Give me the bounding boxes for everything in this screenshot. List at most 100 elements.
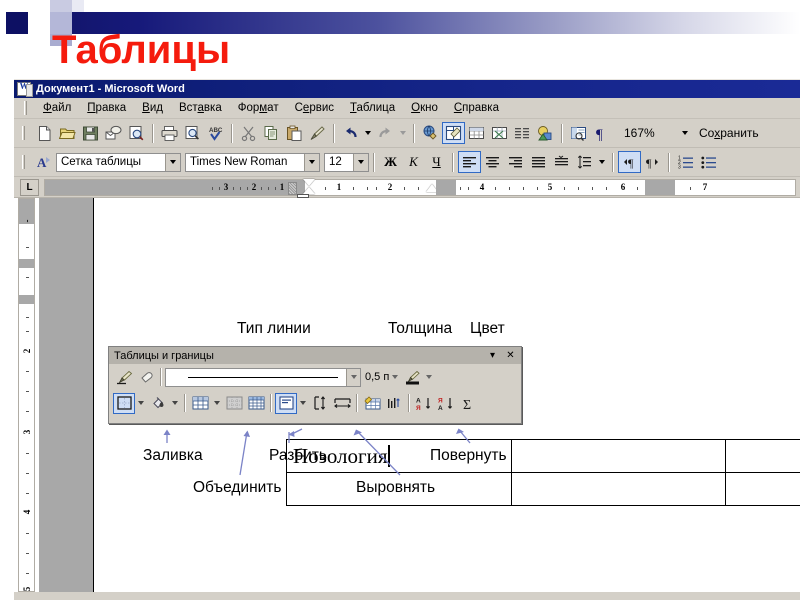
horizontal-ruler[interactable]: L 3 2 1 1 2 4 5 6 7	[14, 177, 800, 198]
line-weight-value[interactable]: 0,5 п	[365, 371, 389, 383]
ltr-text-icon[interactable]: ¶	[618, 151, 641, 173]
line-style-combo[interactable]	[165, 367, 361, 387]
align-top-left-icon[interactable]	[275, 392, 297, 414]
search-document-icon[interactable]	[125, 122, 148, 144]
shading-color-icon[interactable]	[147, 393, 169, 414]
menu-item-edit[interactable]: Правка	[79, 101, 134, 115]
cut-scissors-icon[interactable]	[237, 122, 260, 144]
table-autoformat-icon[interactable]	[361, 393, 383, 414]
close-icon[interactable]: ✕	[504, 349, 517, 362]
split-cells-icon[interactable]	[245, 393, 267, 414]
align-justify-icon[interactable]	[527, 151, 550, 173]
zoom-combo[interactable]: 167%	[615, 123, 679, 143]
zoom-dropdown-arrow-icon[interactable]	[679, 123, 691, 143]
table-cell-r2c2[interactable]	[510, 472, 727, 506]
print-preview-icon[interactable]	[181, 122, 204, 144]
menu-drag-grip[interactable]	[24, 101, 27, 115]
table-cell-r1c3[interactable]	[725, 439, 800, 473]
tables-and-borders-icon[interactable]	[442, 122, 465, 144]
line-spacing-dropdown-arrow-icon[interactable]	[596, 152, 608, 172]
distributed-icon[interactable]	[550, 151, 573, 173]
italic-button[interactable]: К	[402, 151, 425, 173]
insert-table-icon[interactable]	[465, 122, 488, 144]
align-center-icon[interactable]	[481, 151, 504, 173]
hanging-indent-marker[interactable]	[303, 187, 315, 194]
document-map-icon[interactable]	[567, 122, 590, 144]
new-document-icon[interactable]	[33, 122, 56, 144]
distribute-columns-evenly-icon[interactable]	[331, 393, 353, 414]
align-right-icon[interactable]	[504, 151, 527, 173]
menu-item-window[interactable]: Окно	[403, 101, 446, 115]
sort-ascending-icon[interactable]: АЯ	[413, 393, 435, 414]
spellcheck-icon[interactable]: ABC	[204, 122, 227, 144]
print-icon[interactable]	[158, 122, 181, 144]
open-folder-icon[interactable]	[56, 122, 79, 144]
menu-item-table[interactable]: Таблица	[342, 101, 403, 115]
menu-item-help[interactable]: Справка	[446, 101, 507, 115]
table-cell-r1c2[interactable]	[510, 439, 727, 473]
copy-icon[interactable]	[260, 122, 283, 144]
draw-table-pencil-icon[interactable]	[113, 367, 135, 388]
border-color-pencil-icon[interactable]	[401, 367, 423, 388]
font-dropdown-arrow-icon[interactable]	[304, 153, 319, 171]
style-icon[interactable]: A	[33, 151, 56, 173]
align-cell-dropdown-arrow-icon[interactable]	[297, 393, 309, 413]
outside-border-dropdown-arrow-icon[interactable]	[135, 393, 147, 413]
format-painter-icon[interactable]	[306, 122, 329, 144]
drawing-icon[interactable]	[534, 122, 557, 144]
menu-item-view[interactable]: Вид	[134, 101, 171, 115]
change-text-direction-icon[interactable]	[383, 393, 405, 414]
shading-color-dropdown-arrow-icon[interactable]	[169, 393, 181, 413]
paste-icon[interactable]	[283, 122, 306, 144]
show-formatting-marks-icon[interactable]: ¶	[590, 122, 613, 144]
undo-icon[interactable]	[339, 122, 362, 144]
email-icon[interactable]	[102, 122, 125, 144]
redo-icon[interactable]	[374, 122, 397, 144]
formatting-toolbar-grip[interactable]	[22, 155, 25, 169]
ruler-track[interactable]: 3 2 1 1 2 4 5 6 7	[44, 179, 796, 198]
ruler-left-margin-handle[interactable]	[288, 182, 297, 195]
underline-button[interactable]: Ч	[425, 151, 448, 173]
vertical-ruler[interactable]: - 2 3 4 5	[18, 198, 35, 592]
toolbar-options-icon[interactable]: ▾	[486, 349, 499, 362]
outside-border-icon[interactable]	[113, 392, 135, 414]
tab-stop-selector[interactable]: L	[20, 179, 39, 196]
eraser-icon[interactable]	[135, 367, 157, 388]
font-size-combo[interactable]: 12	[324, 152, 369, 172]
line-spacing-icon[interactable]	[573, 151, 596, 173]
style-dropdown-arrow-icon[interactable]	[165, 153, 180, 171]
first-line-indent-marker[interactable]	[303, 179, 315, 186]
redo-dropdown-arrow-icon[interactable]	[397, 123, 409, 143]
insert-hyperlink-icon[interactable]	[419, 122, 442, 144]
undo-dropdown-arrow-icon[interactable]	[362, 123, 374, 143]
rtl-text-icon[interactable]: ¶	[641, 151, 664, 173]
align-left-icon[interactable]	[458, 151, 481, 173]
distribute-rows-evenly-icon[interactable]	[309, 393, 331, 414]
tables-and-borders-toolbar[interactable]: Таблицы и границы ▾ ✕ 0,5 п А Я Я А Σ	[108, 346, 522, 424]
insert-table-icon[interactable]	[189, 393, 211, 414]
border-color-dropdown-arrow-icon[interactable]	[423, 367, 435, 387]
font-combo[interactable]: Times New Roman	[185, 152, 320, 172]
menu-item-file[interactable]: Файл	[35, 101, 79, 115]
table-cell-r2c3[interactable]	[725, 472, 800, 506]
line-style-dropdown-arrow-icon[interactable]	[346, 368, 360, 386]
columns-icon[interactable]	[511, 122, 534, 144]
numbered-list-icon[interactable]: 123	[674, 151, 697, 173]
tables-and-borders-titlebar[interactable]: Таблицы и границы ▾ ✕	[109, 347, 521, 364]
menu-item-format[interactable]: Формат	[230, 101, 287, 115]
merge-cells-icon[interactable]	[223, 393, 245, 414]
save-button[interactable]: Сохранить	[699, 126, 759, 140]
font-size-dropdown-arrow-icon[interactable]	[353, 153, 368, 171]
save-disk-icon[interactable]	[79, 122, 102, 144]
sort-descending-icon[interactable]: ЯА	[435, 393, 457, 414]
bold-button[interactable]: Ж	[379, 151, 402, 173]
insert-excel-sheet-icon[interactable]	[488, 122, 511, 144]
table-row[interactable]: Нозология	[286, 439, 800, 473]
insert-table-dropdown-arrow-icon[interactable]	[211, 393, 223, 413]
style-combo[interactable]: Сетка таблицы	[56, 152, 181, 172]
menu-item-insert[interactable]: Вставка	[171, 101, 230, 115]
menu-item-tools[interactable]: Сервис	[287, 101, 342, 115]
line-weight-dropdown-arrow-icon[interactable]	[389, 367, 401, 387]
standard-toolbar-grip[interactable]	[22, 126, 25, 140]
bulleted-list-icon[interactable]	[697, 151, 720, 173]
